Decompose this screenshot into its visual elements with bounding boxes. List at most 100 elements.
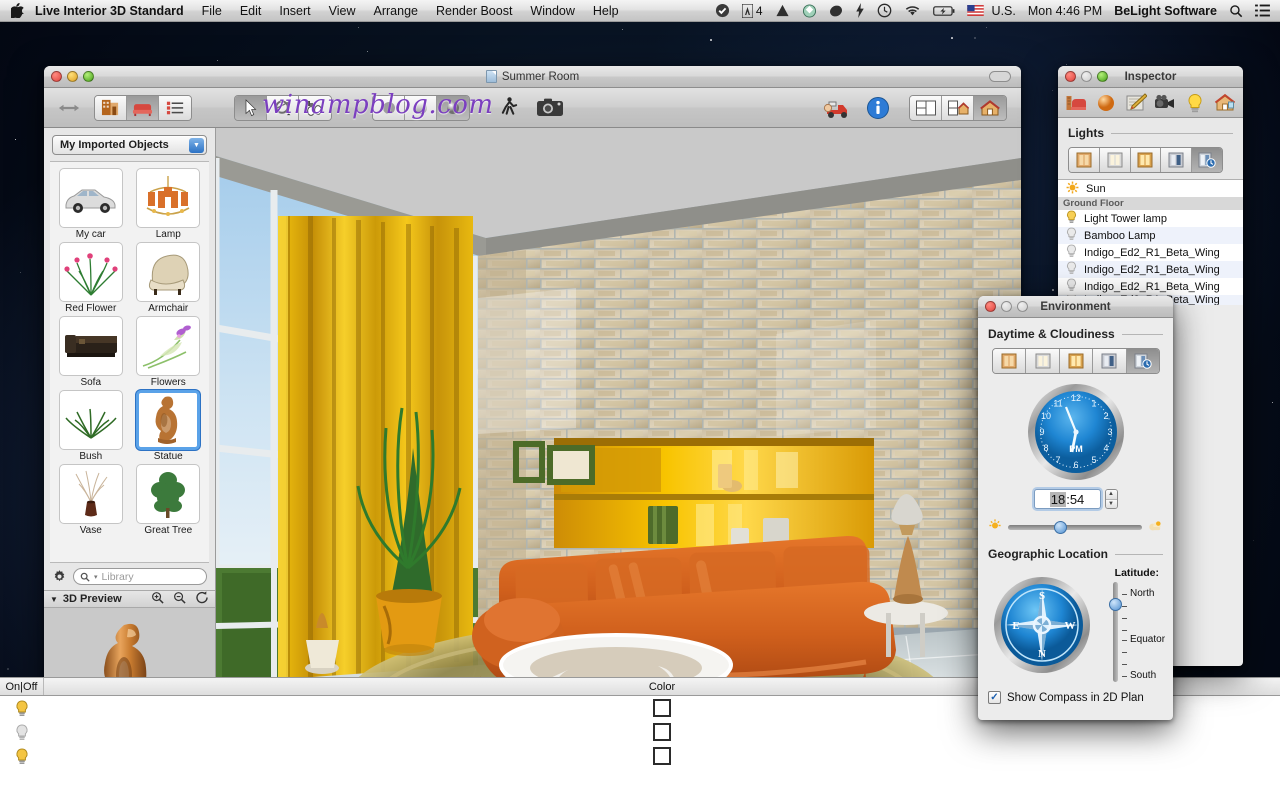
library-item-armchair[interactable]: Armchair bbox=[132, 242, 206, 314]
triangle-down-icon[interactable]: ▼ bbox=[50, 595, 58, 604]
zoom-out-icon[interactable] bbox=[173, 591, 186, 607]
time-minutes[interactable]: 54 bbox=[1070, 492, 1084, 507]
great-tree-thumb-icon[interactable] bbox=[136, 464, 200, 524]
menu-render-boost[interactable]: Render Boost bbox=[427, 4, 521, 18]
notification-center-icon[interactable] bbox=[1249, 4, 1280, 17]
cloudiness-slider-track[interactable] bbox=[1008, 525, 1142, 530]
car-thumb-icon[interactable] bbox=[59, 168, 123, 228]
timemachine-icon[interactable] bbox=[871, 3, 898, 18]
dropbox-icon[interactable] bbox=[796, 4, 823, 18]
statue-thumb-icon[interactable] bbox=[136, 390, 200, 450]
input-source-label[interactable]: U.S. bbox=[990, 4, 1022, 18]
light-bulb-tab-icon[interactable] bbox=[1183, 91, 1208, 115]
resize-arrows-icon[interactable] bbox=[54, 96, 84, 120]
daylight-evening-icon[interactable] bbox=[1131, 148, 1162, 172]
menu-window[interactable]: Window bbox=[521, 4, 583, 18]
edit-pencil-tab-icon[interactable] bbox=[1123, 91, 1148, 115]
inspector-titlebar[interactable]: Inspector bbox=[1058, 66, 1243, 88]
analog-clock[interactable]: 12 1 2 345 678 9 10 11 PM bbox=[988, 382, 1163, 482]
vase-thumb-icon[interactable] bbox=[59, 464, 123, 524]
camera-icon[interactable] bbox=[534, 96, 568, 120]
list-item[interactable]: Indigo_Ed2_R1_Beta_Wing bbox=[1058, 244, 1243, 261]
house-3d-view-icon[interactable] bbox=[974, 96, 1006, 120]
latitude-slider-knob[interactable] bbox=[1109, 598, 1122, 611]
library-category-popup[interactable]: My Imported Objects ▼ bbox=[52, 135, 207, 155]
menu-help[interactable]: Help bbox=[584, 4, 628, 18]
show-compass-checkbox[interactable]: ✓ bbox=[988, 691, 1001, 704]
library-item-red-flower[interactable]: Red Flower bbox=[54, 242, 128, 314]
menubar-clock[interactable]: Mon 4:46 PM bbox=[1022, 4, 1108, 18]
apple-logo-icon[interactable] bbox=[0, 3, 35, 18]
camera-tab-icon[interactable] bbox=[1153, 91, 1178, 115]
latitude-slider[interactable]: North Equator South bbox=[1102, 582, 1163, 682]
red-flower-thumb-icon[interactable] bbox=[59, 242, 123, 302]
list-item[interactable]: Light Tower lamp bbox=[1058, 210, 1243, 227]
library-item-great-tree[interactable]: Great Tree bbox=[132, 464, 206, 536]
latitude-slider-track[interactable] bbox=[1113, 582, 1118, 682]
building-icon[interactable] bbox=[95, 96, 127, 120]
material-sphere-tab-icon[interactable] bbox=[1093, 91, 1118, 115]
preview-header[interactable]: ▼ 3D Preview bbox=[44, 590, 215, 608]
evernote-icon[interactable] bbox=[823, 4, 849, 18]
compass-rose[interactable]: S N E W bbox=[988, 567, 1096, 682]
sofa-thumb-icon[interactable] bbox=[59, 316, 123, 376]
library-item-bush[interactable]: Bush bbox=[54, 390, 128, 462]
library-item-my-car[interactable]: My car bbox=[54, 168, 128, 240]
cloudiness-slider-knob[interactable] bbox=[1054, 521, 1067, 534]
split-view-icon[interactable] bbox=[910, 96, 942, 120]
list-item[interactable]: Indigo_Ed2_R1_Beta_Wing bbox=[1058, 261, 1243, 278]
daylight-morning-icon[interactable] bbox=[1069, 148, 1100, 172]
wifi-icon[interactable] bbox=[898, 4, 927, 17]
list-item[interactable]: Indigo_Ed2_R1_Beta_Wing bbox=[1058, 278, 1243, 295]
stepper-down-icon[interactable]: ▼ bbox=[1106, 500, 1117, 509]
list-item[interactable]: Bamboo Lamp bbox=[1058, 227, 1243, 244]
house-tab-icon[interactable] bbox=[1213, 91, 1238, 115]
document-proxy-icon[interactable] bbox=[486, 70, 497, 83]
search-input[interactable]: ▾ Library bbox=[73, 568, 207, 585]
minimize-button[interactable] bbox=[1081, 71, 1092, 82]
main-titlebar[interactable]: Summer Room bbox=[44, 66, 1021, 88]
menu-file[interactable]: File bbox=[193, 4, 231, 18]
list-item[interactable]: Sun bbox=[1058, 180, 1243, 197]
cloudiness-light-icon[interactable] bbox=[1026, 349, 1059, 373]
spotlight-search-icon[interactable] bbox=[1223, 4, 1249, 18]
flowers-thumb-icon[interactable] bbox=[136, 316, 200, 376]
object-list-icon[interactable] bbox=[159, 96, 191, 120]
cloudiness-clear-icon[interactable] bbox=[993, 349, 1026, 373]
daylight-noon-icon[interactable] bbox=[1100, 148, 1131, 172]
zoom-button[interactable] bbox=[1017, 301, 1028, 312]
library-item-lamp[interactable]: Lamp bbox=[132, 168, 206, 240]
input-source-flag-icon[interactable] bbox=[961, 5, 990, 16]
rotate-refresh-icon[interactable] bbox=[195, 591, 209, 607]
menu-view[interactable]: View bbox=[320, 4, 365, 18]
time-input[interactable]: 18:54 bbox=[1034, 489, 1101, 509]
minimize-button[interactable] bbox=[1001, 301, 1012, 312]
time-stepper[interactable]: ▲ ▼ bbox=[1105, 489, 1118, 509]
flash-icon[interactable] bbox=[849, 3, 871, 18]
stepper-up-icon[interactable]: ▲ bbox=[1106, 490, 1117, 500]
armchair-thumb-icon[interactable] bbox=[136, 242, 200, 302]
daylight-auto-clock-icon[interactable] bbox=[1192, 148, 1222, 172]
bush-thumb-icon[interactable] bbox=[59, 390, 123, 450]
render-truck-icon[interactable] bbox=[821, 96, 853, 120]
library-item-vase[interactable]: Vase bbox=[54, 464, 128, 536]
show-compass-checkbox-row[interactable]: ✓ Show Compass in 2D Plan bbox=[988, 691, 1163, 704]
library-item-sofa[interactable]: Sofa bbox=[54, 316, 128, 388]
menubar-user[interactable]: BeLight Software bbox=[1108, 4, 1223, 18]
daylight-night-icon[interactable] bbox=[1161, 148, 1192, 172]
walkthrough-icon[interactable] bbox=[494, 96, 524, 120]
zoom-button[interactable] bbox=[1097, 71, 1108, 82]
adobe-icon[interactable]: 4 bbox=[736, 4, 769, 18]
close-button[interactable] bbox=[1065, 71, 1076, 82]
menu-insert[interactable]: Insert bbox=[270, 4, 319, 18]
furniture-icon[interactable] bbox=[127, 96, 159, 120]
checkmark-badge-icon[interactable] bbox=[709, 3, 736, 18]
library-item-flowers[interactable]: Flowers bbox=[132, 316, 206, 388]
close-button[interactable] bbox=[985, 301, 996, 312]
library-item-statue[interactable]: Statue bbox=[132, 390, 206, 462]
menu-edit[interactable]: Edit bbox=[231, 4, 271, 18]
cloudiness-auto-clock-icon[interactable] bbox=[1127, 349, 1159, 373]
toolbar-toggle-button[interactable] bbox=[989, 71, 1011, 82]
environment-titlebar[interactable]: Environment bbox=[978, 296, 1173, 318]
menu-arrange[interactable]: Arrange bbox=[365, 4, 427, 18]
